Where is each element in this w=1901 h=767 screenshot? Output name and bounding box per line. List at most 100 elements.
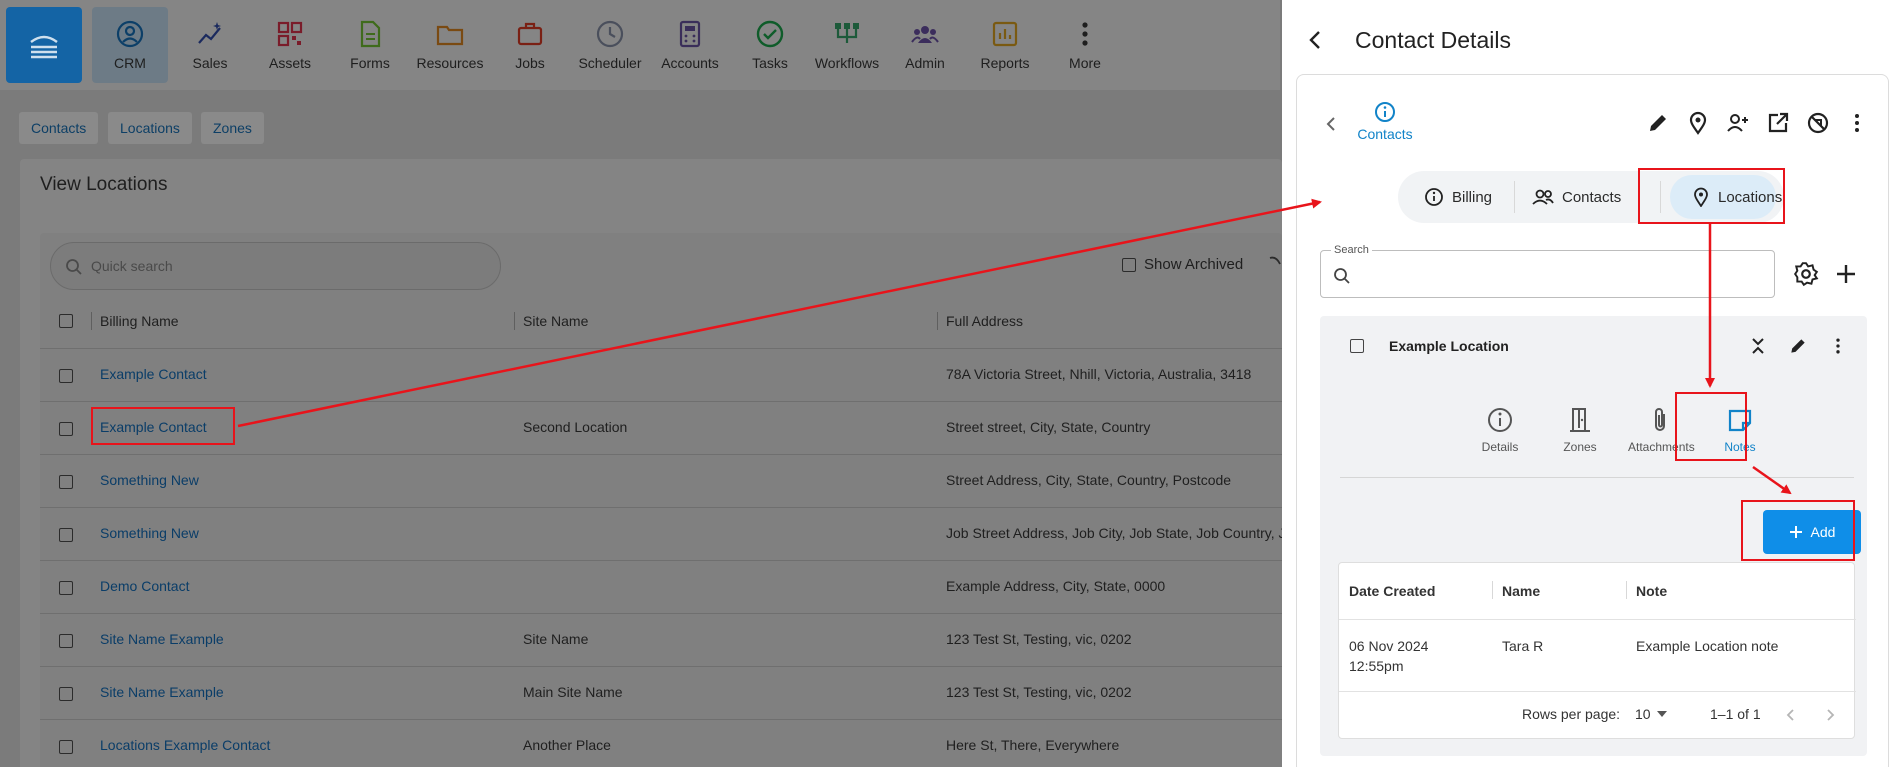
row-checkbox[interactable] [59, 369, 73, 383]
contacts-crumb[interactable]: Contacts [1350, 126, 1420, 142]
table-row[interactable]: Locations Example Contact Another Place … [40, 720, 1282, 767]
more-vertical-icon [1082, 22, 1088, 46]
document-icon [360, 20, 381, 48]
nav-label: Reports [980, 55, 1030, 71]
select-all-checkbox[interactable] [59, 314, 73, 328]
prev-page-icon[interactable] [1783, 707, 1799, 723]
stack-menu-icon [30, 35, 58, 59]
people-icon [1532, 189, 1554, 205]
edit-pencil-icon[interactable] [1646, 111, 1670, 135]
row-checkbox[interactable] [59, 475, 73, 489]
table-row[interactable]: Something New Street Address, City, Stat… [40, 455, 1282, 507]
show-archived-checkbox[interactable] [1122, 257, 1136, 272]
billing-name-link[interactable]: Site Name Example [100, 631, 224, 647]
full-address-cell: Street Address, City, State, Country, Po… [946, 472, 1232, 488]
table-row[interactable]: Example Contact 78A Victoria Street, Nhi… [40, 349, 1282, 401]
search-icon [66, 259, 82, 275]
row-checkbox[interactable] [59, 634, 73, 648]
billing-name-link[interactable]: Something New [100, 472, 199, 488]
workflow-icon [835, 23, 859, 43]
row-divider [1339, 691, 1856, 692]
column-header-name[interactable]: Name [1502, 583, 1540, 599]
archive-off-icon[interactable] [1806, 111, 1830, 135]
nav-crm[interactable]: CRM [92, 7, 168, 83]
nav-forms[interactable]: Forms [332, 7, 408, 83]
more-vertical-icon[interactable] [1828, 336, 1848, 356]
quick-search-input[interactable]: Quick search [50, 242, 501, 290]
plus-icon[interactable] [1834, 262, 1858, 286]
info-icon [1375, 102, 1395, 122]
nav-more[interactable]: More [1047, 7, 1123, 83]
full-address-cell: 78A Victoria Street, Nhill, Victoria, Au… [946, 366, 1252, 382]
rows-per-page-select[interactable]: 10 [1635, 706, 1667, 722]
page-title: View Locations [40, 174, 168, 195]
nav-accounts[interactable]: Accounts [652, 7, 728, 83]
table-row[interactable]: Demo Contact Example Address, City, Stat… [40, 561, 1282, 613]
subnav-tab-contacts[interactable]: Contacts [19, 112, 99, 144]
nav-reports[interactable]: Reports [967, 7, 1043, 83]
column-header-billing-name[interactable]: Billing Name [100, 313, 179, 329]
filter-icon[interactable] [1268, 254, 1282, 274]
back-arrow-icon[interactable] [1304, 28, 1328, 52]
nav-admin[interactable]: Admin [887, 7, 963, 83]
billing-name-link[interactable]: Example Contact [100, 366, 207, 382]
nav-label: Jobs [515, 55, 545, 71]
segment-divider [1514, 181, 1515, 213]
location-checkbox[interactable] [1350, 339, 1364, 353]
next-page-icon[interactable] [1822, 707, 1838, 723]
briefcase-icon [517, 22, 543, 46]
tab-label: Details [1481, 440, 1519, 454]
column-separator [1492, 581, 1493, 599]
table-row[interactable]: Something New Job Street Address, Job Ci… [40, 508, 1293, 560]
site-name-cell: Site Name [523, 631, 589, 647]
row-checkbox[interactable] [59, 528, 73, 542]
billing-name-link[interactable]: Site Name Example [100, 684, 224, 700]
nav-sales[interactable]: Sales [172, 7, 248, 83]
billing-name-link[interactable]: Locations Example Contact [100, 737, 270, 753]
nav-jobs[interactable]: Jobs [492, 7, 568, 83]
note-name-cell: Tara R [1502, 638, 1544, 654]
collapse-icon[interactable] [1748, 336, 1768, 356]
billing-name-link[interactable]: Demo Contact [100, 578, 189, 594]
nav-resources[interactable]: Resources [412, 7, 488, 83]
nav-label: Sales [192, 55, 228, 71]
nav-workflows[interactable]: Workflows [806, 7, 888, 83]
table-row[interactable]: Site Name Example Main Site Name 123 Tes… [40, 667, 1282, 719]
column-header-date-created[interactable]: Date Created [1349, 583, 1435, 599]
column-header-note[interactable]: Note [1636, 583, 1667, 599]
group-icon [911, 26, 939, 43]
row-checkbox[interactable] [59, 422, 73, 436]
open-external-icon[interactable] [1766, 111, 1790, 135]
edit-pencil-icon[interactable] [1788, 336, 1808, 356]
sparkle-chart-icon [198, 22, 221, 44]
nav-tasks[interactable]: Tasks [732, 7, 808, 83]
segment-billing[interactable]: Billing [1424, 171, 1492, 223]
annotation-box-locations-tab [1638, 168, 1785, 224]
billing-name-link[interactable]: Something New [100, 525, 199, 541]
nav-label: CRM [114, 55, 146, 71]
chevron-left-icon[interactable] [1320, 112, 1344, 136]
report-chart-icon [992, 21, 1018, 47]
locations-search-input[interactable]: Search [1320, 244, 1775, 298]
gear-icon[interactable] [1793, 261, 1819, 287]
nav-assets[interactable]: Assets [252, 7, 328, 83]
row-checkbox[interactable] [59, 581, 73, 595]
segment-contacts[interactable]: Contacts [1532, 171, 1621, 223]
more-vertical-icon[interactable] [1845, 111, 1869, 135]
show-archived-toggle[interactable]: Show Archived [1122, 256, 1243, 273]
column-header-full-address[interactable]: Full Address [946, 313, 1023, 329]
table-row[interactable]: Site Name Example Site Name 123 Test St,… [40, 614, 1282, 666]
column-header-site-name[interactable]: Site Name [523, 313, 588, 329]
nav-scheduler[interactable]: Scheduler [572, 7, 648, 83]
subnav-tab-locations[interactable]: Locations [108, 112, 192, 144]
map-pin-icon[interactable] [1686, 111, 1710, 135]
annotation-box-add-button [1741, 500, 1855, 561]
add-user-icon[interactable] [1726, 111, 1750, 135]
info-icon [1488, 408, 1512, 432]
subnav-tab-zones[interactable]: Zones [201, 112, 264, 144]
home-menu-button[interactable] [6, 7, 82, 83]
drawer-title: Contact Details [1355, 27, 1511, 53]
row-checkbox[interactable] [59, 687, 73, 701]
clock-icon [596, 20, 624, 48]
row-checkbox[interactable] [59, 740, 73, 754]
